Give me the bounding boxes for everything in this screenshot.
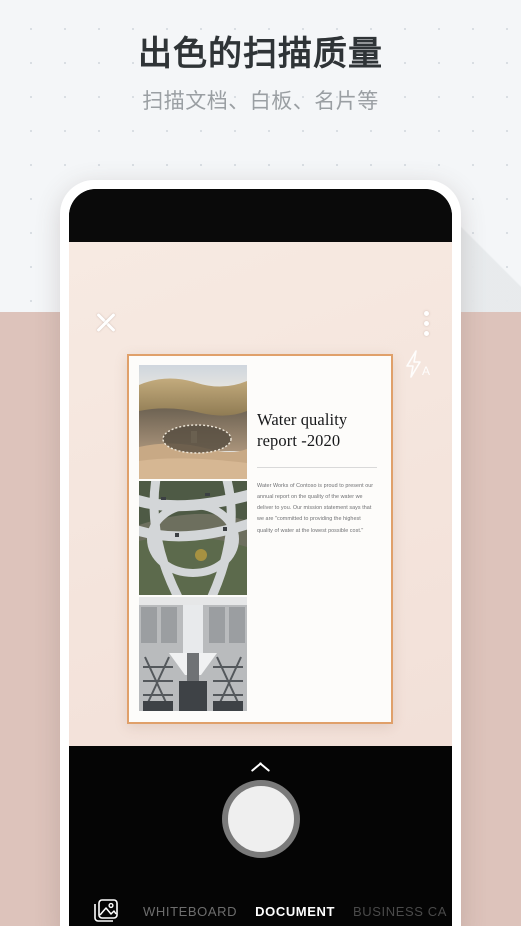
camera-controls: WHITEBOARD DOCUMENT BUSINESS CA: [69, 746, 452, 926]
close-icon[interactable]: [91, 307, 121, 337]
document-photo-column: [139, 365, 247, 713]
svg-text:A: A: [422, 364, 430, 378]
document-detection-frame[interactable]: Water quality report -2020 Water Works o…: [127, 354, 393, 724]
mode-whiteboard[interactable]: WHITEBOARD: [143, 904, 237, 919]
document-divider: [257, 467, 377, 469]
mode-business-card[interactable]: BUSINESS CA: [353, 904, 447, 919]
status-bar: [69, 189, 452, 242]
gallery-stack-icon[interactable]: [91, 896, 121, 926]
document-title: Water quality report -2020: [257, 410, 348, 451]
chevron-up-icon[interactable]: [250, 762, 272, 774]
aerial-wetland-beach-photo: [139, 365, 247, 479]
aerial-highway-interchange-photo: [139, 481, 247, 595]
kebab-dot: [423, 331, 429, 336]
flash-auto-icon[interactable]: A: [400, 346, 436, 382]
document-text-column: Water quality report -2020 Water Works o…: [257, 365, 381, 713]
document-content: Water quality report -2020 Water Works o…: [139, 365, 381, 713]
phone-mockup: A Water quality report -2020 Water Works…: [60, 180, 461, 926]
document-body-text: Water Works of Contoso is proud to prese…: [257, 483, 374, 534]
mode-selector-bar: WHITEBOARD DOCUMENT BUSINESS CA: [69, 886, 452, 926]
kebab-dot: [423, 321, 429, 326]
kebab-dot: [423, 311, 429, 316]
camera-viewfinder[interactable]: A Water quality report -2020 Water Works…: [69, 242, 452, 788]
viewfinder-topbar: [69, 295, 452, 351]
kebab-menu-icon[interactable]: [422, 307, 430, 337]
page-title: 出色的扫描质量: [138, 35, 383, 73]
shutter-button[interactable]: [221, 780, 300, 858]
page-subtitle: 扫描文档、白板、名片等: [142, 89, 379, 113]
promo-screenshot: 出色的扫描质量 扫描文档、白板、名片等 A Water quality repo…: [0, 0, 521, 926]
mode-list: WHITEBOARD DOCUMENT BUSINESS CA: [143, 904, 447, 919]
phone-screen: A Water quality report -2020 Water Works…: [69, 189, 452, 926]
mode-document[interactable]: DOCUMENT: [255, 904, 335, 919]
promo-header: 出色的扫描质量 扫描文档、白板、名片等: [0, 0, 521, 115]
industrial-structure-photo: [139, 597, 247, 711]
